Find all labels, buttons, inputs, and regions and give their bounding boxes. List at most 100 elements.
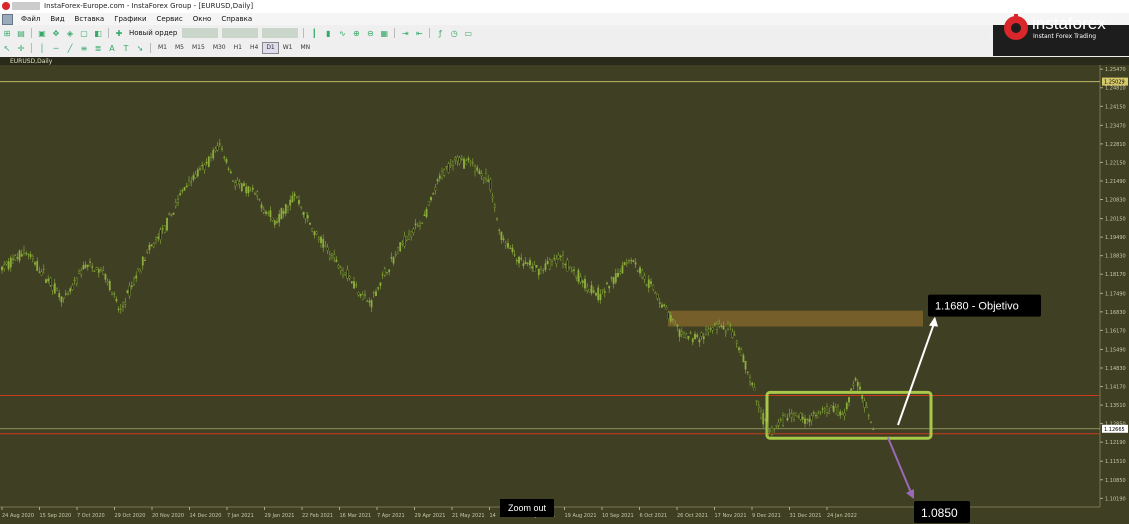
candle-body <box>196 169 199 177</box>
candle-body <box>20 253 23 257</box>
timeframe-m1[interactable]: M1 <box>154 42 171 54</box>
zoom-in-icon[interactable]: ⊕ <box>350 28 362 39</box>
candle-body <box>192 175 195 180</box>
y-tick-label: 1.25470 <box>1105 67 1126 73</box>
tile-windows-icon[interactable]: ▦ <box>378 28 390 39</box>
timeframe-h4[interactable]: H4 <box>246 42 262 54</box>
candle-body <box>685 333 688 339</box>
candle-body <box>832 405 835 412</box>
periods-icon[interactable]: ◷ <box>448 28 460 39</box>
candle-body <box>513 254 516 256</box>
menu-insert[interactable]: Вставка <box>70 13 110 25</box>
timeframe-d1[interactable]: D1 <box>262 42 279 54</box>
menu-charts[interactable]: Графики <box>109 13 151 25</box>
candle-body <box>234 182 237 187</box>
candle-body <box>570 270 573 272</box>
candle-body <box>179 193 182 196</box>
bar-chart-icon[interactable]: ┃ <box>308 28 320 39</box>
candle-body <box>333 254 336 258</box>
candle-body <box>93 270 96 272</box>
candle-body <box>401 242 404 245</box>
timeframe-m5[interactable]: M5 <box>171 42 188 54</box>
candle-body <box>480 173 483 176</box>
trendline-icon[interactable]: ╱ <box>64 43 76 54</box>
candle-body <box>683 332 685 338</box>
menu-tools[interactable]: Сервис <box>152 13 188 25</box>
candle-body <box>361 294 364 300</box>
arrows-icon[interactable]: ➘ <box>134 43 146 54</box>
candle-body <box>630 260 633 262</box>
candle-body <box>489 179 492 191</box>
timeframe-m30[interactable]: M30 <box>209 42 230 54</box>
navigator-icon[interactable]: ✥ <box>50 28 62 39</box>
terminal-icon[interactable]: ▢ <box>78 28 90 39</box>
candle-body <box>265 211 267 214</box>
menu-file[interactable]: Файл <box>16 13 45 25</box>
y-tick-label: 1.18830 <box>1105 254 1126 260</box>
candle-body <box>313 231 316 236</box>
candle-body <box>467 158 470 161</box>
new-chart-icon[interactable]: ⊞ <box>1 28 13 39</box>
timeframe-mn[interactable]: MN <box>297 42 315 54</box>
menu-help[interactable]: Справка <box>216 13 257 25</box>
market-watch-icon[interactable]: ▣ <box>36 28 48 39</box>
new-order-button[interactable]: Новый ордер <box>126 29 180 37</box>
indicators-icon[interactable]: ƒ <box>434 28 446 39</box>
candle-body <box>597 287 600 300</box>
drawing-toolbar: ↖ ✛ │ ─ ╱ ≡ ≣ A T ➘ M1 M5 M15 M30 H1 H4 … <box>0 41 990 55</box>
candle-body <box>687 335 690 339</box>
candle-body <box>430 196 432 201</box>
data-window-icon[interactable]: ◈ <box>64 28 76 39</box>
candle-body <box>315 231 318 235</box>
zoom-out-icon[interactable]: ⊖ <box>364 28 376 39</box>
timeframe-h1[interactable]: H1 <box>230 42 246 54</box>
candle-body <box>861 394 864 400</box>
candle-body <box>427 201 430 206</box>
candle-body <box>632 260 635 262</box>
text-icon[interactable]: A <box>106 43 118 54</box>
vertical-line-icon[interactable]: │ <box>36 43 48 54</box>
candle-body <box>786 417 789 421</box>
candle-body <box>797 416 800 418</box>
candle-body <box>271 217 274 221</box>
candle-body <box>49 277 52 286</box>
profiles-icon[interactable]: ▤ <box>15 28 27 39</box>
timeframe-m15[interactable]: M15 <box>188 42 209 54</box>
candle-body <box>102 270 105 275</box>
line-chart-icon[interactable]: ∿ <box>336 28 348 39</box>
y-tick-label: 1.10190 <box>1105 496 1126 502</box>
candle-body <box>617 272 619 277</box>
horizontal-line-icon[interactable]: ─ <box>50 43 62 54</box>
candle-body <box>529 260 531 266</box>
menu-view[interactable]: Вид <box>45 13 69 25</box>
channel-icon[interactable]: ≡ <box>78 43 90 54</box>
new-order-icon[interactable]: ✚ <box>113 28 125 39</box>
candle-body <box>599 294 602 301</box>
candle-body <box>782 415 784 426</box>
candle-body <box>375 291 377 297</box>
crosshair-icon[interactable]: ✛ <box>15 43 27 54</box>
menu-window[interactable]: Окно <box>188 13 217 25</box>
chart-shift-icon[interactable]: ⇤ <box>413 28 425 39</box>
candlestick-icon[interactable]: ▮ <box>322 28 334 39</box>
candle-body <box>436 179 439 182</box>
auto-scroll-icon[interactable]: ⇥ <box>399 28 411 39</box>
candle-body <box>826 406 828 413</box>
price-chart[interactable]: EURUSD,Daily 1.25470 1.24810 1.24150 1.2347… <box>0 57 1129 524</box>
candle-body <box>515 259 518 262</box>
candle-body <box>64 293 67 295</box>
candle-body <box>806 419 809 421</box>
candle-body <box>445 166 448 168</box>
label-icon[interactable]: T <box>120 43 132 54</box>
candle-body <box>225 158 228 163</box>
tester-icon[interactable]: ◧ <box>92 28 104 39</box>
fibonacci-icon[interactable]: ≣ <box>92 43 104 54</box>
x-tick-label: 29 Jan 2021 <box>265 513 295 519</box>
candle-body <box>344 272 347 275</box>
candle-body <box>496 218 498 220</box>
candle-body <box>38 271 41 273</box>
candle-body <box>447 163 450 173</box>
timeframe-w1[interactable]: W1 <box>279 42 297 54</box>
cursor-icon[interactable]: ↖ <box>1 43 13 54</box>
templates-icon[interactable]: ▭ <box>462 28 474 39</box>
